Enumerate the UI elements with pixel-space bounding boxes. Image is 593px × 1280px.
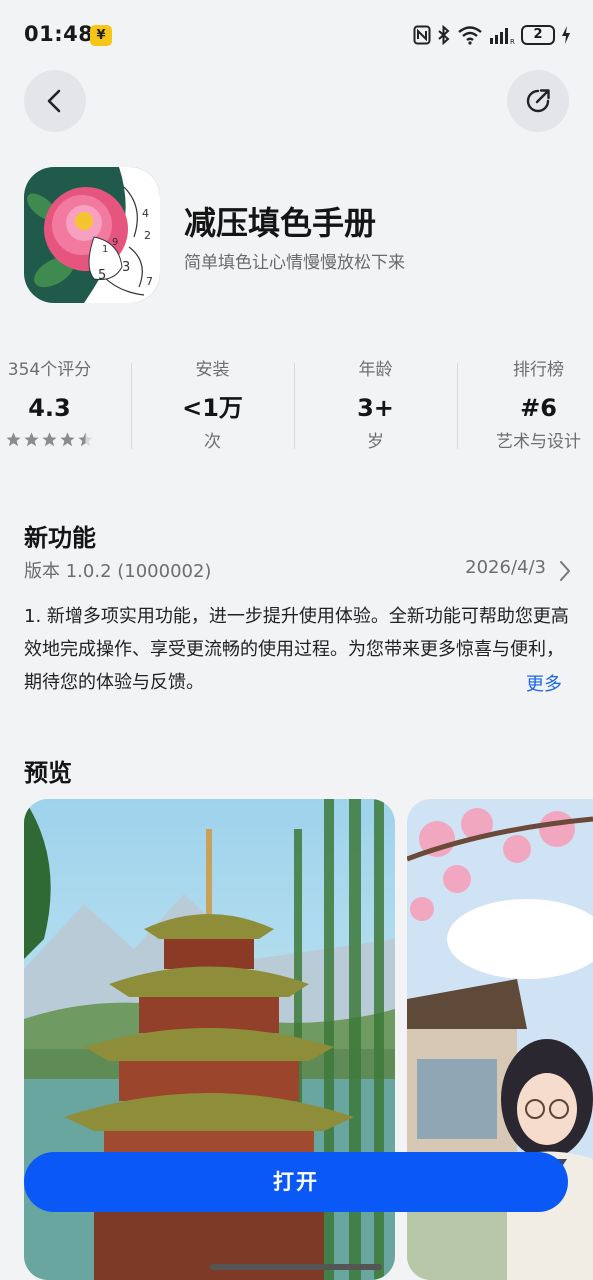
stat-ranking-value: #6	[520, 394, 557, 422]
more-link[interactable]: 更多	[526, 668, 562, 701]
svg-text:3: 3	[122, 260, 130, 275]
back-button[interactable]	[24, 70, 86, 132]
app-icon: 1 9 3 5 4 2 7	[24, 167, 160, 303]
charging-icon	[562, 26, 570, 44]
status-time: 01:48	[24, 22, 94, 46]
bluetooth-icon	[438, 25, 450, 45]
rating-stars	[0, 431, 131, 448]
nfc-icon	[413, 25, 431, 45]
svg-text:R: R	[510, 38, 515, 45]
svg-text:1: 1	[102, 244, 108, 255]
chevron-right-icon	[560, 561, 570, 581]
stat-ranking-label: 排行榜	[513, 360, 564, 380]
app-title: 减压填色手册	[184, 204, 377, 242]
stat-ranking-category: 艺术与设计	[496, 432, 581, 452]
whats-new-description: 1. 新增多项实用功能，进一步提升使用体验。全新功能可帮助您更高效地完成操作、享…	[24, 606, 569, 693]
version-history-row[interactable]: 版本 1.0.2 (1000002) 2026/4/3	[24, 557, 572, 585]
home-indicator[interactable]	[210, 1264, 382, 1270]
stat-age[interactable]: 年龄 3+ 岁	[294, 357, 457, 455]
status-bar: 01:48 ¥ R 2	[0, 0, 593, 70]
app-subtitle: 简单填色让心情慢慢放松下来	[184, 253, 405, 273]
wifi-icon	[458, 26, 482, 45]
app-stats: 354个评分 4.3 安装 <1万 次 年龄 3+ 岁 排行榜 #6 艺术与设计	[0, 357, 593, 457]
star-icon	[24, 432, 39, 447]
battery-icon: 2	[521, 25, 555, 45]
star-icon	[6, 432, 21, 447]
share-icon	[526, 89, 550, 113]
stat-installs-value: <1万	[182, 394, 243, 422]
stat-ranking[interactable]: 排行榜 #6 艺术与设计	[457, 357, 593, 455]
svg-text:9: 9	[112, 237, 118, 248]
yuan-notification-icon: ¥	[90, 25, 112, 46]
status-icons: R 2	[413, 24, 571, 46]
preview-title: 预览	[24, 759, 72, 787]
stat-installs: 安装 <1万 次	[131, 357, 294, 455]
stat-rating-value: 4.3	[28, 394, 71, 422]
svg-text:2: 2	[144, 229, 151, 242]
stat-age-value: 3+	[357, 394, 394, 422]
stat-installs-label: 安装	[195, 360, 230, 380]
share-button[interactable]	[507, 70, 569, 132]
back-arrow-icon	[47, 89, 61, 113]
version-text: 版本 1.0.2 (1000002)	[24, 561, 212, 582]
star-icon	[60, 432, 75, 447]
svg-text:4: 4	[142, 207, 149, 220]
svg-text:7: 7	[146, 275, 153, 288]
version-date: 2026/4/3	[465, 557, 546, 578]
stat-rating[interactable]: 354个评分 4.3	[0, 357, 131, 448]
stat-age-label: 年龄	[358, 360, 393, 380]
open-button[interactable]: 打开	[24, 1152, 568, 1212]
signal-icon: R	[490, 28, 515, 45]
stat-installs-unit: 次	[204, 432, 221, 452]
star-half-icon	[78, 432, 93, 447]
stat-rating-label: 354个评分	[7, 360, 92, 380]
stat-age-unit: 岁	[367, 432, 384, 452]
star-icon	[42, 432, 57, 447]
whats-new-title: 新功能	[24, 524, 96, 552]
svg-text:5: 5	[98, 268, 106, 283]
